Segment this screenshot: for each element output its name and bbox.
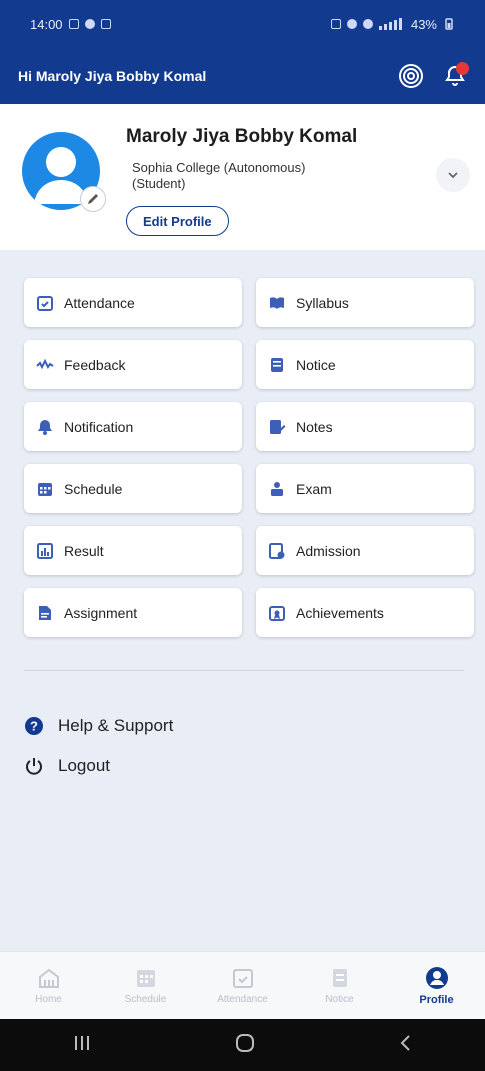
home-circle-icon [236, 1033, 255, 1052]
schedule-icon [36, 480, 54, 498]
calendar-check-icon [36, 294, 54, 312]
profile-icon [425, 966, 449, 990]
open-book-icon [268, 294, 286, 312]
tile-notes[interactable]: Notes [256, 402, 474, 451]
help-support-label: Help & Support [58, 716, 174, 735]
signal-icon [378, 18, 402, 30]
tile-label: Schedule [64, 480, 123, 497]
profile-college: Sophia College (Autonomous) (Student) [132, 160, 382, 192]
app-bar: Hi Maroly Jiya Bobby Komal [0, 48, 485, 104]
recents-icon [74, 1035, 89, 1050]
nav-label: Attendance [217, 994, 268, 1005]
tile-label: Notification [64, 418, 134, 435]
tile-exam[interactable]: Exam [256, 464, 474, 513]
tile-notice[interactable]: Notice [256, 340, 474, 389]
assignment-icon [36, 604, 54, 622]
gallery-notification-icon [68, 19, 79, 29]
notice-icon [268, 356, 286, 374]
status-bar: 14:00 43% [0, 0, 485, 48]
expand-profile-button[interactable] [436, 158, 470, 192]
tile-feedback[interactable]: Feedback [24, 340, 242, 389]
tile-label: Exam [296, 480, 332, 497]
account-menu: ? Help & Support Logout [24, 706, 173, 786]
achievement-icon [268, 604, 286, 622]
admission-icon [268, 542, 286, 560]
battery-percent: 43% [410, 16, 437, 32]
nav-label: Profile [419, 993, 454, 1006]
battery-icon [445, 18, 453, 30]
status-left: 14:00 [30, 17, 111, 32]
nav-home[interactable]: Home [0, 952, 97, 1019]
nav-label: Notice [325, 994, 354, 1005]
tile-label: Notice [296, 356, 336, 373]
bell-icon [36, 418, 54, 436]
spiral-icon [399, 64, 423, 88]
home-button[interactable] [235, 1033, 255, 1058]
mute-icon [362, 19, 373, 29]
tile-notification[interactable]: Notification [24, 402, 242, 451]
home-icon [37, 966, 61, 990]
pencil-icon [88, 194, 98, 204]
help-support-item[interactable]: ? Help & Support [24, 706, 173, 746]
notifications-button[interactable] [437, 58, 473, 94]
recents-button[interactable] [72, 1034, 92, 1057]
result-icon [36, 542, 54, 560]
tile-label: Admission [296, 542, 361, 559]
tile-attendance[interactable]: Attendance [24, 278, 242, 327]
logout-item[interactable]: Logout [24, 746, 173, 786]
nav-label: Schedule [124, 994, 167, 1005]
exam-icon [268, 480, 286, 498]
back-button[interactable] [399, 1034, 413, 1057]
nav-attendance[interactable]: Attendance [194, 952, 291, 1019]
schedule-icon [134, 966, 158, 990]
tile-label: Notes [296, 418, 333, 435]
tile-label: Attendance [64, 294, 135, 311]
nav-label: Home [35, 994, 62, 1005]
nav-schedule[interactable]: Schedule [97, 952, 194, 1019]
edit-profile-button[interactable]: Edit Profile [126, 206, 229, 236]
power-icon [24, 756, 44, 776]
logout-label: Logout [58, 756, 110, 775]
tile-label: Feedback [64, 356, 126, 373]
tile-achievements[interactable]: Achievements [256, 588, 474, 637]
svg-text:?: ? [30, 719, 38, 734]
feature-grid: Attendance Syllabus Feedback Notice Noti… [24, 278, 476, 637]
nav-profile[interactable]: Profile [388, 952, 485, 1019]
tile-label: Syllabus [296, 294, 349, 311]
section-divider [24, 670, 464, 671]
vibrate-icon [346, 19, 357, 29]
alarm-icon [330, 19, 341, 29]
profile-name: Maroly Jiya Bobby Komal [126, 126, 358, 147]
message-notification-icon [100, 19, 111, 29]
status-time: 14:00 [30, 16, 63, 32]
tile-schedule[interactable]: Schedule [24, 464, 242, 513]
bottom-navigation: Home Schedule Attendance Notice Profile [0, 951, 485, 1019]
tile-assignment[interactable]: Assignment [24, 588, 242, 637]
feedback-icon [36, 356, 54, 374]
notification-badge [456, 62, 469, 75]
avatar-edit-button[interactable] [80, 186, 106, 212]
help-icon: ? [24, 716, 44, 736]
spiral-button[interactable] [393, 58, 429, 94]
college-name: Sophia College (Autonomous) [132, 160, 306, 175]
chevron-down-icon [448, 172, 458, 179]
profile-card: Maroly Jiya Bobby Komal Sophia College (… [0, 104, 485, 250]
tile-label: Assignment [64, 604, 138, 621]
tile-result[interactable]: Result [24, 526, 242, 575]
notice-icon [328, 966, 352, 990]
greeting-text: Hi Maroly Jiya Bobby Komal [18, 68, 207, 84]
tile-admission[interactable]: Admission [256, 526, 474, 575]
tile-label: Achievements [296, 604, 384, 621]
nav-notice[interactable]: Notice [291, 952, 388, 1019]
tile-syllabus[interactable]: Syllabus [256, 278, 474, 327]
status-right: 43% [330, 16, 455, 32]
tile-label: Result [64, 542, 104, 559]
system-nav-bar [0, 1019, 485, 1071]
back-chevron-icon [400, 1034, 410, 1051]
calendar-check-icon [231, 966, 255, 990]
app-notification-icon [84, 19, 95, 29]
profile-role: (Student) [132, 176, 186, 191]
notes-icon [268, 418, 286, 436]
